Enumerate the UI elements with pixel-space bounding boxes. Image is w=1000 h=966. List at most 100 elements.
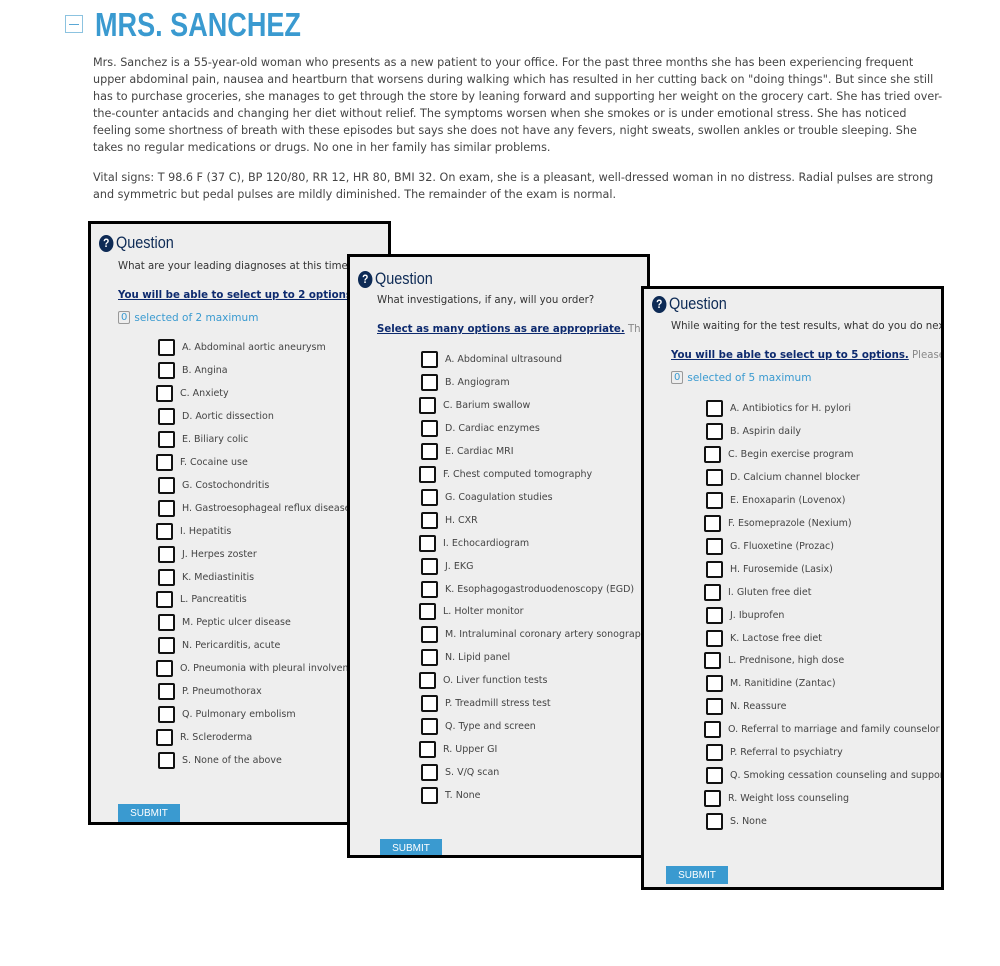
checkbox[interactable] [421,787,438,805]
option-item[interactable]: R. Weight loss counseling [704,790,849,808]
submit-button[interactable]: SUBMIT [380,839,442,855]
option-item[interactable]: I. Hepatitis [156,522,231,540]
option-item[interactable]: E. Cardiac MRI [421,442,514,460]
option-item[interactable]: C. Barium swallow [419,396,530,414]
checkbox[interactable] [706,813,723,831]
option-item[interactable]: H. CXR [421,511,478,529]
option-item[interactable]: S. V/Q scan [421,764,499,782]
option-item[interactable]: R. Upper GI [419,741,497,759]
checkbox[interactable] [419,465,436,483]
option-item[interactable]: A. Antibiotics for H. pylori [706,400,851,417]
instructions-link[interactable]: Select as many options as are appropriat… [377,324,625,335]
option-item[interactable]: H. Furosemide (Lasix) [706,560,833,578]
option-item[interactable]: M. Intraluminal coronary artery sonograp… [421,626,647,644]
option-item[interactable]: N. Reassure [706,698,786,716]
option-item[interactable]: O. Liver function tests [419,672,547,690]
checkbox[interactable] [706,491,723,509]
option-item[interactable]: O. Referral to marriage and family couns… [704,721,940,739]
checkbox[interactable] [419,396,436,414]
option-item[interactable]: A. Abdominal ultrasound [421,351,562,368]
checkbox[interactable] [156,522,173,540]
checkbox[interactable] [706,537,723,555]
checkbox[interactable] [158,407,175,425]
option-item[interactable]: Q. Smoking cessation counseling and supp… [706,767,941,785]
checkbox[interactable] [156,453,173,471]
option-item[interactable]: M. Ranitidine (Zantac) [706,675,836,693]
checkbox[interactable] [421,373,438,391]
option-item[interactable]: J. Ibuprofen [706,606,784,624]
checkbox[interactable] [704,583,721,601]
checkbox[interactable] [419,534,436,552]
option-item[interactable]: D. Aortic dissection [158,407,274,425]
checkbox[interactable] [706,422,723,440]
option-item[interactable]: I. Echocardiogram [419,534,529,552]
checkbox[interactable] [706,675,723,693]
checkbox[interactable] [158,361,175,379]
option-item[interactable]: P. Pneumothorax [158,683,262,701]
checkbox[interactable] [156,729,173,747]
checkbox[interactable] [704,445,721,463]
option-item[interactable]: M. Peptic ulcer disease [158,614,291,632]
checkbox[interactable] [158,706,175,724]
option-item[interactable]: A. Abdominal aortic aneurysm [158,339,326,356]
option-item[interactable]: Q. Pulmonary embolism [158,706,296,724]
option-item[interactable]: E. Enoxaparin (Lovenox) [706,491,845,509]
option-item[interactable]: C. Begin exercise program [704,445,854,463]
checkbox[interactable] [421,511,438,529]
checkbox[interactable] [158,614,175,632]
checkbox[interactable] [158,430,175,448]
option-item[interactable]: G. Coagulation studies [421,488,553,506]
option-item[interactable]: N. Pericarditis, acute [158,637,280,655]
checkbox[interactable] [421,442,438,460]
checkbox[interactable] [704,514,721,532]
option-item[interactable]: K. Lactose free diet [706,629,822,647]
option-item[interactable]: K. Esophagogastroduodenoscopy (EGD) [421,580,634,598]
option-item[interactable]: G. Fluoxetine (Prozac) [706,537,834,555]
instructions-link[interactable]: You will be able to select up to 2 optio… [118,290,356,301]
checkbox[interactable] [704,721,721,739]
option-item[interactable]: T. None [421,787,481,805]
checkbox[interactable] [421,649,438,667]
checkbox[interactable] [419,741,436,759]
checkbox[interactable] [706,767,723,785]
checkbox[interactable] [706,698,723,716]
option-item[interactable]: G. Costochondritis [158,476,269,494]
option-item[interactable]: L. Holter monitor [419,603,524,621]
option-item[interactable]: S. None [706,813,767,831]
checkbox[interactable] [158,476,175,494]
option-item[interactable]: L. Prednisone, high dose [704,652,844,670]
option-item[interactable]: D. Calcium channel blocker [706,468,860,486]
option-item[interactable]: F. Esomeprazole (Nexium) [704,514,852,532]
submit-button[interactable]: SUBMIT [666,866,728,884]
option-item[interactable]: P. Treadmill stress test [421,695,551,713]
option-item[interactable]: C. Anxiety [156,384,229,402]
option-item[interactable]: R. Scleroderma [156,729,252,747]
checkbox[interactable] [419,603,436,621]
checkbox[interactable] [158,752,175,770]
checkbox[interactable] [156,591,173,609]
checkbox[interactable] [421,695,438,713]
option-item[interactable]: F. Cocaine use [156,453,248,471]
option-item[interactable]: J. EKG [421,557,473,575]
checkbox[interactable] [421,557,438,575]
option-item[interactable]: K. Mediastinitis [158,568,254,586]
checkbox[interactable] [158,499,175,517]
checkbox[interactable] [704,790,721,808]
checkbox[interactable] [706,560,723,578]
option-item[interactable]: B. Aspirin daily [706,422,801,440]
checkbox[interactable] [421,718,438,736]
option-item[interactable]: L. Pancreatitis [156,591,247,609]
checkbox[interactable] [158,683,175,701]
option-item[interactable]: B. Angiogram [421,373,510,391]
option-item[interactable]: N. Lipid panel [421,649,510,667]
checkbox[interactable] [158,568,175,586]
checkbox[interactable] [158,545,175,563]
checkbox[interactable] [421,580,438,598]
option-item[interactable]: H. Gastroesophageal reflux disease [158,499,351,517]
checkbox[interactable] [706,400,723,417]
option-item[interactable]: I. Gluten free diet [704,583,811,601]
checkbox[interactable] [419,672,436,690]
checkbox[interactable] [156,660,173,678]
option-item[interactable]: E. Biliary colic [158,430,248,448]
option-item[interactable]: B. Angina [158,361,228,379]
